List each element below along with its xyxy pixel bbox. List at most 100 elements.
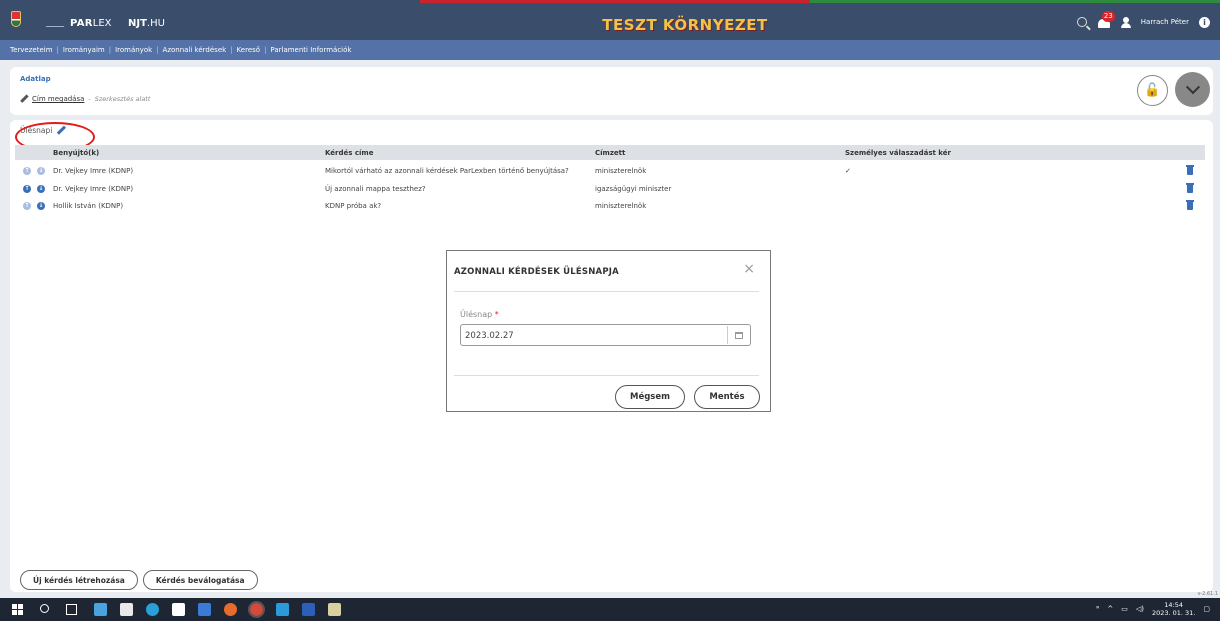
move-up-icon[interactable]: ↑	[23, 202, 31, 210]
header-actions: 23 Harrach Péter i	[1076, 11, 1210, 29]
windows-taskbar: ᴿ ^ ▭ ◁) 14:54 2023. 01. 31. ▢	[0, 598, 1220, 621]
column-header-submitter[interactable]: Benyújtó(k)	[53, 149, 99, 157]
column-header-personal[interactable]: Személyes válaszadást kér	[845, 149, 951, 157]
edge-icon[interactable]	[146, 603, 159, 616]
move-down-icon[interactable]: ↓	[37, 185, 45, 193]
move-down-icon[interactable]: ↓	[37, 202, 45, 210]
search-icon[interactable]	[1076, 17, 1087, 27]
table-row[interactable]: ↑ ↓ Dr. Vejkey Imre (KDNP) Mikortól várh…	[15, 165, 1205, 178]
session-date-label-text: Ülésnap	[460, 310, 493, 319]
nav-separator: |	[108, 46, 112, 54]
system-clock[interactable]: 14:54 2023. 01. 31.	[1152, 601, 1195, 617]
new-question-button[interactable]: Új kérdés létrehozása	[20, 570, 138, 590]
calendar-button[interactable]	[727, 326, 749, 344]
firefox-icon[interactable]	[224, 603, 237, 616]
photos-icon[interactable]	[276, 603, 289, 616]
store-icon[interactable]	[120, 603, 133, 616]
chrome-icon[interactable]	[248, 601, 265, 618]
table-row[interactable]: ↑ ↓ Hollik István (KDNP) KDNP próba ak? …	[15, 200, 1205, 213]
cell-recipient: igazságügyi miniszter	[595, 185, 672, 193]
nav-separator: |	[156, 46, 159, 54]
people-icon[interactable]: ᴿ	[1096, 605, 1099, 613]
nav-item-iromanyaim[interactable]: Irományaim	[63, 46, 105, 54]
network-icon[interactable]: ▭	[1121, 605, 1128, 613]
table-row[interactable]: ↑ ↓ Dr. Vejkey Imre (KDNP) Új azonnali m…	[15, 183, 1205, 196]
detail-card: Adatlap Cím megadása - Szerkesztés alatt…	[10, 67, 1213, 115]
move-up-icon[interactable]: ↑	[23, 185, 31, 193]
nav-separator: |	[56, 46, 59, 54]
system-tray: ᴿ ^ ▭ ◁) 14:54 2023. 01. 31. ▢	[1096, 601, 1210, 617]
expand-button[interactable]	[1175, 72, 1210, 107]
main-navigation: Tervezeteim | Irományaim | Irományok | Azon…	[0, 40, 1220, 60]
header-tricolor-strip	[0, 0, 1220, 3]
nav-item-azonnali-kerdesek[interactable]: Azonnali kérdések	[163, 46, 227, 54]
title-breadcrumb: Cím megadása - Szerkesztés alatt	[20, 95, 150, 103]
cell-question[interactable]: KDNP próba ak?	[325, 202, 381, 210]
user-icon[interactable]	[1120, 17, 1131, 28]
move-down-icon[interactable]: ↓	[37, 167, 45, 175]
cell-submitter: Dr. Vejkey Imre (KDNP)	[53, 167, 134, 175]
mail-icon[interactable]	[198, 603, 211, 616]
taskbar-search-icon[interactable]	[40, 604, 49, 613]
calendar-icon	[734, 331, 743, 339]
file-explorer-icon[interactable]	[94, 603, 107, 616]
session-day-dialog: AZONNALI KÉRDÉSEK ÜLÉSNAPJA × Ülésnap * …	[446, 250, 771, 412]
nav-item-kereso[interactable]: Kereső	[237, 46, 261, 54]
notification-center-icon[interactable]: ▢	[1203, 605, 1210, 613]
session-date-value[interactable]: 2023.02.27	[465, 331, 514, 341]
version-label: v-2.61.1	[1197, 591, 1218, 597]
column-header-recipient[interactable]: Címzett	[595, 149, 625, 157]
dialog-title: AZONNALI KÉRDÉSEK ÜLÉSNAPJA	[454, 267, 619, 277]
bottom-actions: Új kérdés létrehozása Kérdés beválogatás…	[20, 570, 258, 590]
cell-personal-check: ✓	[845, 167, 851, 175]
pencil-icon[interactable]	[20, 95, 28, 103]
delete-icon[interactable]	[1186, 200, 1194, 210]
select-question-button[interactable]: Kérdés beválogatása	[142, 570, 258, 590]
nav-separator: |	[264, 46, 267, 54]
unlock-button[interactable]: 🔓	[1137, 75, 1168, 106]
required-mark: *	[494, 310, 499, 319]
dialog-divider	[454, 375, 759, 376]
cell-submitter: Dr. Vejkey Imre (KDNP)	[53, 185, 134, 193]
title-separator: -	[88, 95, 91, 103]
cell-recipient: miniszterelnök	[595, 202, 647, 210]
notification-badge: 23	[1101, 11, 1115, 22]
nav-item-tervezeteim[interactable]: Tervezeteim	[10, 46, 53, 54]
cell-recipient: miniszterelnök	[595, 167, 647, 175]
session-date-label: Ülésnap *	[460, 310, 499, 319]
column-header-question[interactable]: Kérdés címe	[325, 149, 373, 157]
clock-date: 2023. 01. 31.	[1151, 609, 1196, 617]
chevron-up-icon[interactable]: ^	[1107, 605, 1113, 613]
user-name[interactable]: Harrach Péter	[1141, 18, 1189, 26]
cell-question[interactable]: Mikortól várható az azonnali kérdések Pa…	[325, 167, 569, 175]
nav-item-iromanyok[interactable]: Irományok	[115, 46, 152, 54]
info-icon[interactable]: i	[1199, 16, 1210, 28]
app-icon[interactable]	[172, 603, 185, 616]
word-icon[interactable]	[302, 603, 315, 616]
clock-time: 14:54	[1164, 601, 1184, 609]
cancel-button[interactable]: Mégsem	[615, 385, 685, 409]
delete-icon[interactable]	[1186, 165, 1194, 175]
move-up-icon[interactable]: ↑	[23, 167, 31, 175]
environment-title: TESZT KÖRNYEZET	[602, 16, 768, 34]
java-icon[interactable]	[328, 603, 341, 616]
volume-icon[interactable]: ◁)	[1136, 605, 1144, 613]
document-status: Szerkesztés alatt	[94, 95, 151, 103]
close-icon[interactable]: ×	[743, 261, 755, 277]
table-header: Benyújtó(k) Kérdés címe Címzett Személye…	[15, 145, 1205, 160]
task-view-icon[interactable]	[66, 604, 77, 615]
chevron-down-icon	[1185, 79, 1200, 94]
cell-question[interactable]: Új azonnali mappa teszthez?	[325, 185, 426, 193]
cell-submitter: Hollik István (KDNP)	[53, 202, 124, 210]
nav-item-parlamenti-informaciok[interactable]: Parlamenti Információk	[270, 46, 351, 54]
dialog-divider	[454, 291, 759, 292]
nav-separator: |	[230, 46, 233, 54]
unlock-icon: 🔓	[1144, 83, 1161, 98]
session-date-input[interactable]: 2023.02.27	[460, 324, 751, 346]
windows-start-icon[interactable]	[12, 604, 23, 615]
section-label: Adatlap	[20, 75, 51, 83]
document-title-link[interactable]: Cím megadása	[32, 95, 84, 103]
save-button[interactable]: Mentés	[694, 385, 760, 409]
delete-icon[interactable]	[1186, 183, 1194, 193]
notifications-button[interactable]: 23	[1097, 11, 1115, 29]
